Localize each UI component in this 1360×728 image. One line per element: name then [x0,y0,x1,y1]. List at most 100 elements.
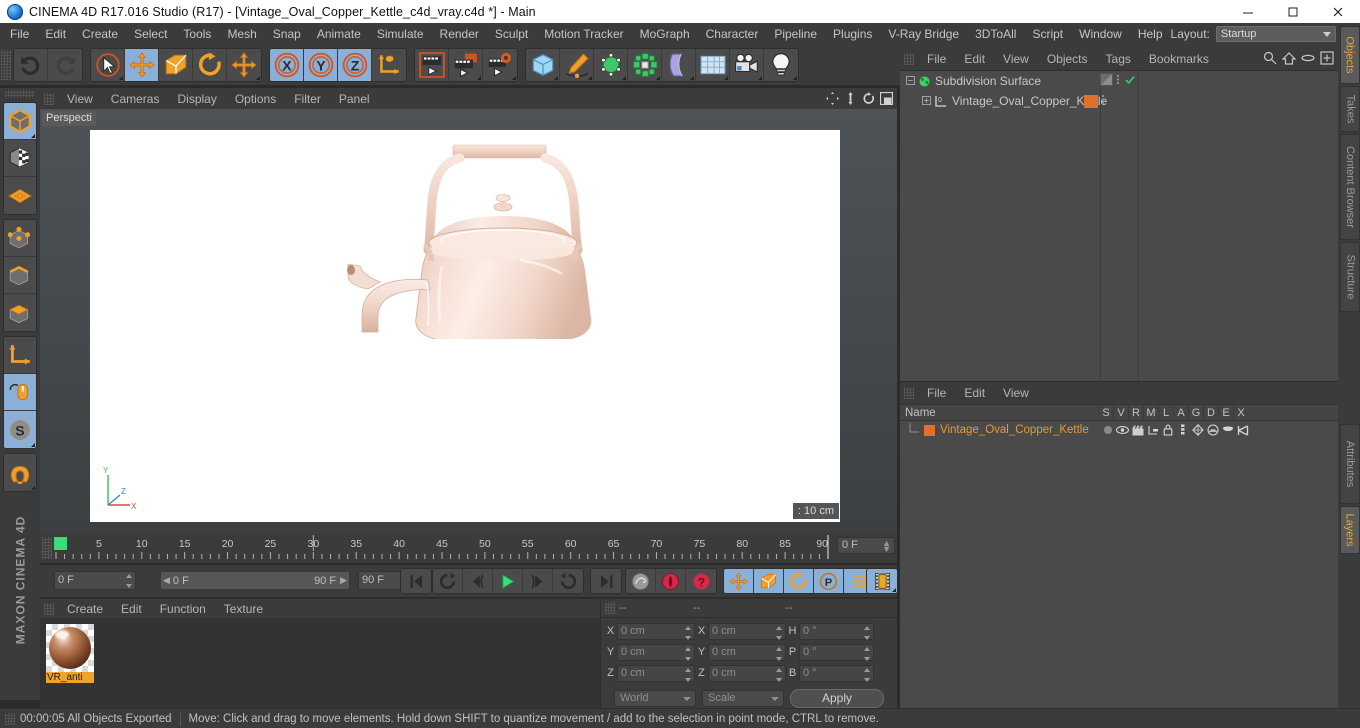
light-icon[interactable] [764,49,798,81]
undo-icon[interactable] [14,49,48,81]
coord-size-x-input[interactable]: 0 cm [708,622,786,640]
menu-snap[interactable]: Snap [265,23,309,45]
play-forward-icon[interactable] [493,569,523,593]
coord-size-y-input[interactable]: 0 cm [708,643,786,661]
loop-playback-icon[interactable] [553,569,583,593]
layer-column-r[interactable]: R [1128,405,1143,422]
menu-script[interactable]: Script [1024,23,1071,45]
tab-structure[interactable]: Structure [1340,242,1360,312]
menu-file[interactable]: File [0,23,37,45]
floor-environment-icon[interactable] [696,49,730,81]
size-mode-select[interactable]: Scale [702,689,784,707]
display-tag[interactable] [1100,73,1113,89]
coordinates-grip[interactable] [605,602,615,614]
close-button[interactable] [1315,0,1360,23]
manager-icon[interactable] [1145,422,1160,438]
enable-axis-mode-icon[interactable] [4,374,36,411]
layer-menu-file[interactable]: File [918,386,955,400]
menu-simulate[interactable]: Simulate [369,23,432,45]
spinner-icon[interactable] [684,625,691,640]
menu-pipeline[interactable]: Pipeline [766,23,825,45]
viewport-menu-panel[interactable]: Panel [330,92,379,106]
autokeying-icon[interactable] [656,569,686,593]
coord-rot-h-input[interactable]: 0 ° [799,622,874,640]
menu-character[interactable]: Character [698,23,767,45]
layer-column-e[interactable]: E [1218,405,1233,422]
menu-help[interactable]: Help [1130,23,1171,45]
layer-color-swatch[interactable] [924,424,935,436]
menu-motion-tracker[interactable]: Motion Tracker [536,23,631,45]
step-back-icon[interactable] [463,569,493,593]
deformer-icon[interactable] [1205,422,1220,438]
keyframe-selection-icon[interactable]: ? [686,569,716,593]
object-manager-grip[interactable] [904,53,914,65]
expander-minus-icon[interactable] [906,74,915,88]
camera-icon[interactable] [730,49,764,81]
preview-range-slider[interactable]: ◀ 0 F 90 F ▶ [160,571,350,590]
ellipse-icon[interactable] [1301,51,1315,68]
tab-objects[interactable]: Objects [1340,26,1360,84]
tab-content-browser[interactable]: Content Browser [1340,134,1360,240]
spinner-icon[interactable] [125,574,132,588]
menu-plugins[interactable]: Plugins [825,23,880,45]
object-menu-edit[interactable]: Edit [955,52,994,66]
viewport-grip[interactable] [44,92,54,105]
leftbar-grip[interactable] [5,90,35,98]
home-icon[interactable] [1281,51,1297,68]
coord-pos-y-input[interactable]: 0 cm [617,643,695,661]
viewport-menu-view[interactable]: View [58,92,102,106]
statusbar-grip[interactable] [5,712,15,725]
material-item[interactable]: VR_anti [46,624,94,683]
menu-edit[interactable]: Edit [37,23,74,45]
render-view-icon[interactable] [415,49,449,81]
layer-column-v[interactable]: V [1113,405,1128,422]
edges-mode-icon[interactable] [4,257,36,294]
coord-rot-p-input[interactable]: 0 ° [799,643,874,661]
material-list[interactable]: VR_anti [40,618,600,709]
cube-primitive-icon[interactable] [526,49,560,81]
layer-column-m[interactable]: M [1143,405,1158,422]
menu-v-ray-bridge[interactable]: V-Ray Bridge [880,23,967,45]
bend-deformer-icon[interactable] [662,49,696,81]
layer-menu-view[interactable]: View [994,386,1038,400]
object-tree[interactable]: Subdivision Surface 0 Vintage_Oval_Coppe… [900,70,1338,382]
live-selection-icon[interactable] [91,49,125,81]
expander-plus-icon[interactable] [922,94,931,108]
array-modeling-icon[interactable] [628,49,662,81]
material-menu-texture[interactable]: Texture [215,602,272,616]
axis-z-icon[interactable]: Z [338,49,372,81]
snap-magnet-icon[interactable] [4,454,36,491]
key-scale-icon[interactable] [754,569,784,593]
layer-list[interactable]: Vintage_Oval_Copper_Kettle [900,421,1338,709]
view-eye-icon[interactable] [1115,422,1130,438]
layer-column-d[interactable]: D [1203,405,1218,422]
apply-button[interactable]: Apply [790,688,884,708]
key-position-icon[interactable] [724,569,754,593]
key-parameter-icon[interactable]: P [814,569,844,593]
play-backwards-loop-icon[interactable] [433,569,463,593]
render-settings-icon[interactable] [483,49,517,81]
rotate-tool-icon[interactable] [193,49,227,81]
filmstrip-icon[interactable] [867,569,897,593]
workplane-mode-icon[interactable] [4,177,36,214]
menu-mograph[interactable]: MoGraph [632,23,698,45]
viewport-menu-display[interactable]: Display [168,92,225,106]
dolly-view-icon[interactable] [843,91,858,106]
spinner-icon[interactable] [684,646,691,661]
toolbar-grip[interactable] [1,50,11,80]
tab-takes[interactable]: Takes [1340,86,1360,132]
menu-select[interactable]: Select [126,23,175,45]
lock-icon[interactable] [1160,422,1175,438]
go-to-start-icon[interactable] [401,569,431,593]
maximize-button[interactable] [1270,0,1315,23]
record-active-objects-icon[interactable] [626,569,656,593]
menu-create[interactable]: Create [74,23,126,45]
menu-animate[interactable]: Animate [309,23,369,45]
viewport-menu-cameras[interactable]: Cameras [102,92,169,106]
menu-mesh[interactable]: Mesh [219,23,264,45]
object-row-kettle[interactable]: 0 Vintage_Oval_Copper_Kettle [900,91,1338,111]
key-rotation-icon[interactable] [784,569,814,593]
step-forward-icon[interactable] [523,569,553,593]
spinner-icon[interactable] [863,667,870,682]
render-clapper-icon[interactable] [1130,422,1145,438]
